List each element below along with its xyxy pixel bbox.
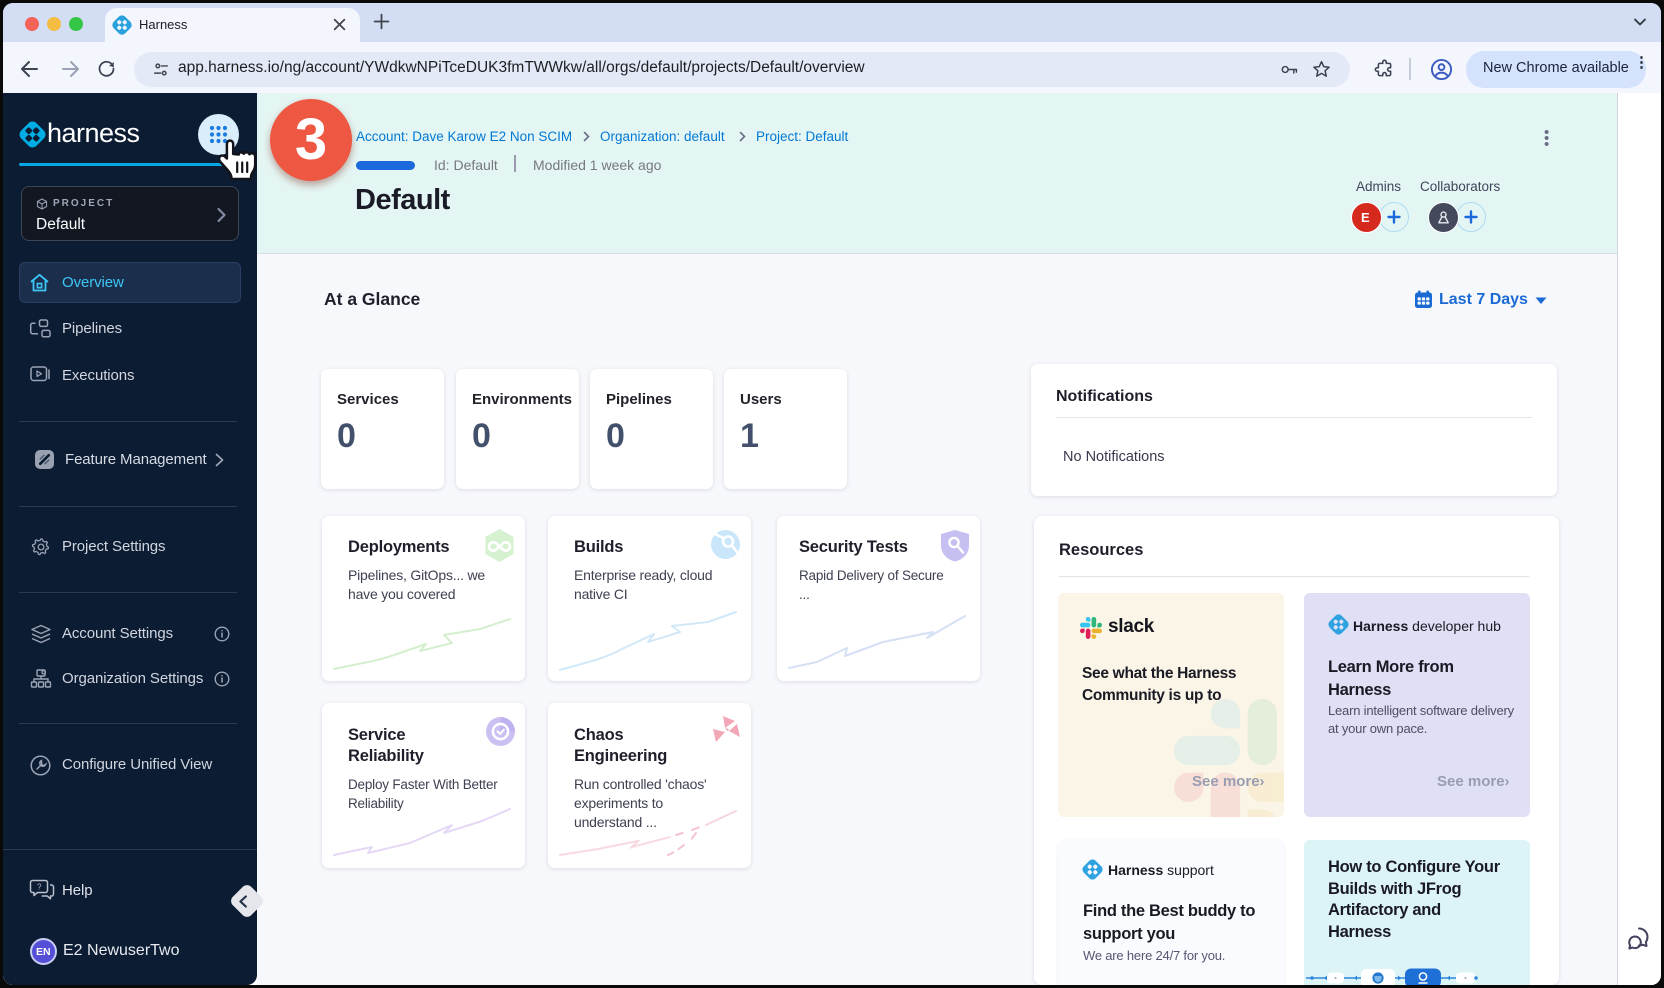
svg-text:?: ? bbox=[37, 882, 42, 891]
